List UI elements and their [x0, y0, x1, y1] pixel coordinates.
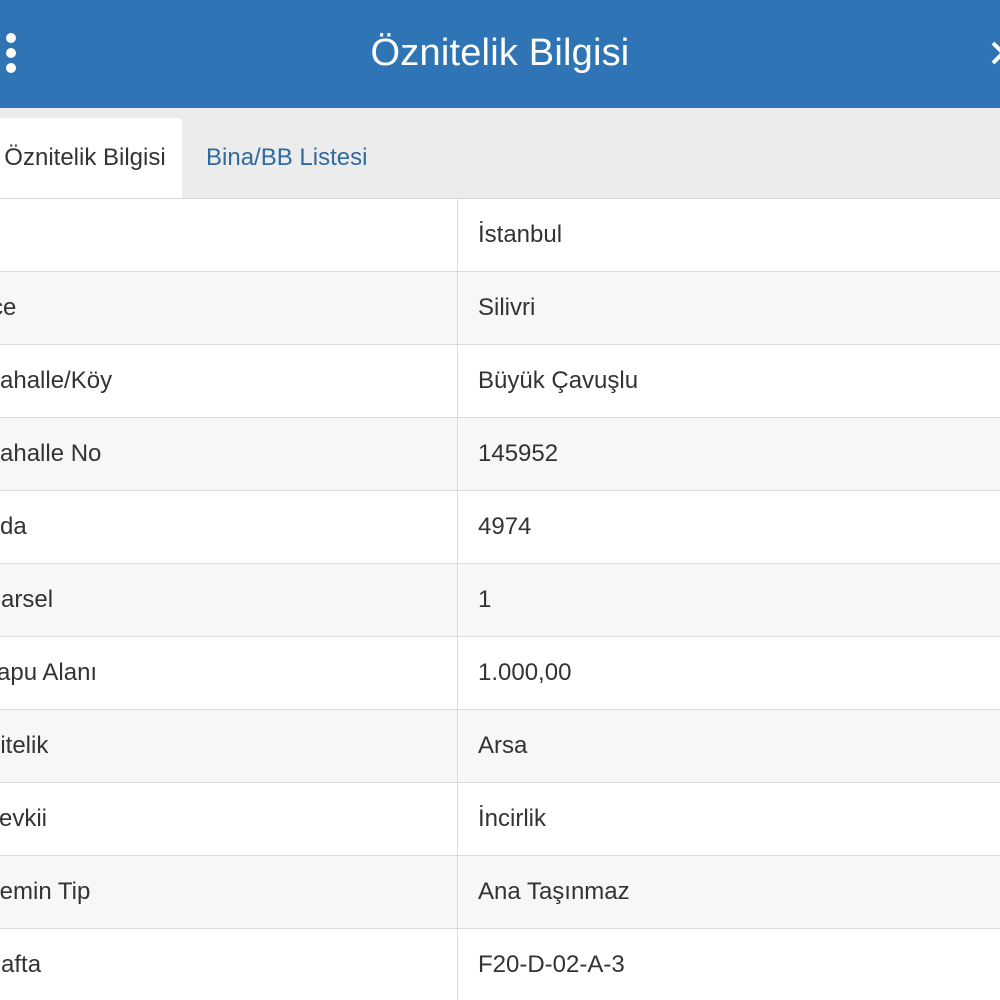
table-row: Parsel 1 [0, 564, 1000, 637]
attribute-table: İl İstanbul İlçe Silivri Mahalle/Köy Büy… [0, 199, 1000, 1000]
row-label-text: Zemin Tip [0, 878, 91, 905]
header-bar: Öznitelik Bilgisi [0, 0, 1000, 108]
table-row: Zemin Tip Ana Taşınmaz [0, 856, 1000, 929]
row-value: İstanbul [478, 221, 563, 248]
table-row: Pafta F20-D-02-A-3 [0, 929, 1000, 1000]
row-label: İlçe [0, 272, 458, 344]
row-value: İncirlik [478, 805, 547, 832]
table-row: İlçe Silivri [0, 272, 1000, 345]
row-label: Mahalle/Köy [0, 345, 458, 417]
row-label: Mahalle No [0, 418, 458, 490]
row-value: 4974 [478, 513, 532, 540]
table-row: Nitelik Arsa [0, 710, 1000, 783]
row-value: 145952 [478, 440, 559, 467]
table-row: Mahalle No 145952 [0, 418, 1000, 491]
row-label-text: Nitelik [0, 732, 49, 759]
row-label: Ada [0, 491, 458, 563]
row-label-text: Ada [0, 513, 27, 540]
row-value: 1 [478, 586, 492, 613]
tab-oznitelik-bilgisi[interactable]: Öznitelik Bilgisi [0, 118, 182, 198]
row-label-text: Mevkii [0, 805, 48, 832]
table-row: Tapu Alanı 1.000,00 [0, 637, 1000, 710]
table-row: Mevkii İncirlik [0, 783, 1000, 856]
row-label-text: Parsel [0, 586, 54, 613]
table-row: Mahalle/Köy Büyük Çavuşlu [0, 345, 1000, 418]
row-label: Nitelik [0, 710, 458, 782]
row-label: Mevkii [0, 783, 458, 855]
row-label: İl [0, 199, 458, 271]
tab-bina-bb-listesi[interactable]: Bina/BB Listesi [206, 118, 367, 198]
row-label-text: İlçe [0, 294, 17, 321]
row-label: Pafta [0, 929, 458, 1000]
row-label-text: Tapu Alanı [0, 659, 98, 686]
app-window: Öznitelik Bilgisi Öznitelik Bilgisi Bina… [0, 0, 1000, 1000]
table-row: Ada 4974 [0, 491, 1000, 564]
row-value: Arsa [478, 732, 528, 759]
row-label-text: Mahalle/Köy [0, 367, 113, 394]
table-row: İl İstanbul [0, 199, 1000, 272]
row-label: Zemin Tip [0, 856, 458, 928]
row-value: Büyük Çavuşlu [478, 367, 639, 394]
row-value: 1.000,00 [478, 659, 572, 686]
row-label-text: Mahalle No [0, 440, 102, 467]
row-value: Silivri [478, 294, 536, 321]
row-value: Ana Taşınmaz [478, 878, 630, 905]
row-label: Tapu Alanı [0, 637, 458, 709]
tab-bar: Öznitelik Bilgisi Bina/BB Listesi [0, 108, 1000, 199]
row-label-text: Pafta [0, 951, 42, 978]
row-value: F20-D-02-A-3 [478, 951, 625, 978]
page-title: Öznitelik Bilgisi [370, 32, 630, 74]
row-label: Parsel [0, 564, 458, 636]
chevron-right-icon[interactable] [990, 40, 1000, 66]
